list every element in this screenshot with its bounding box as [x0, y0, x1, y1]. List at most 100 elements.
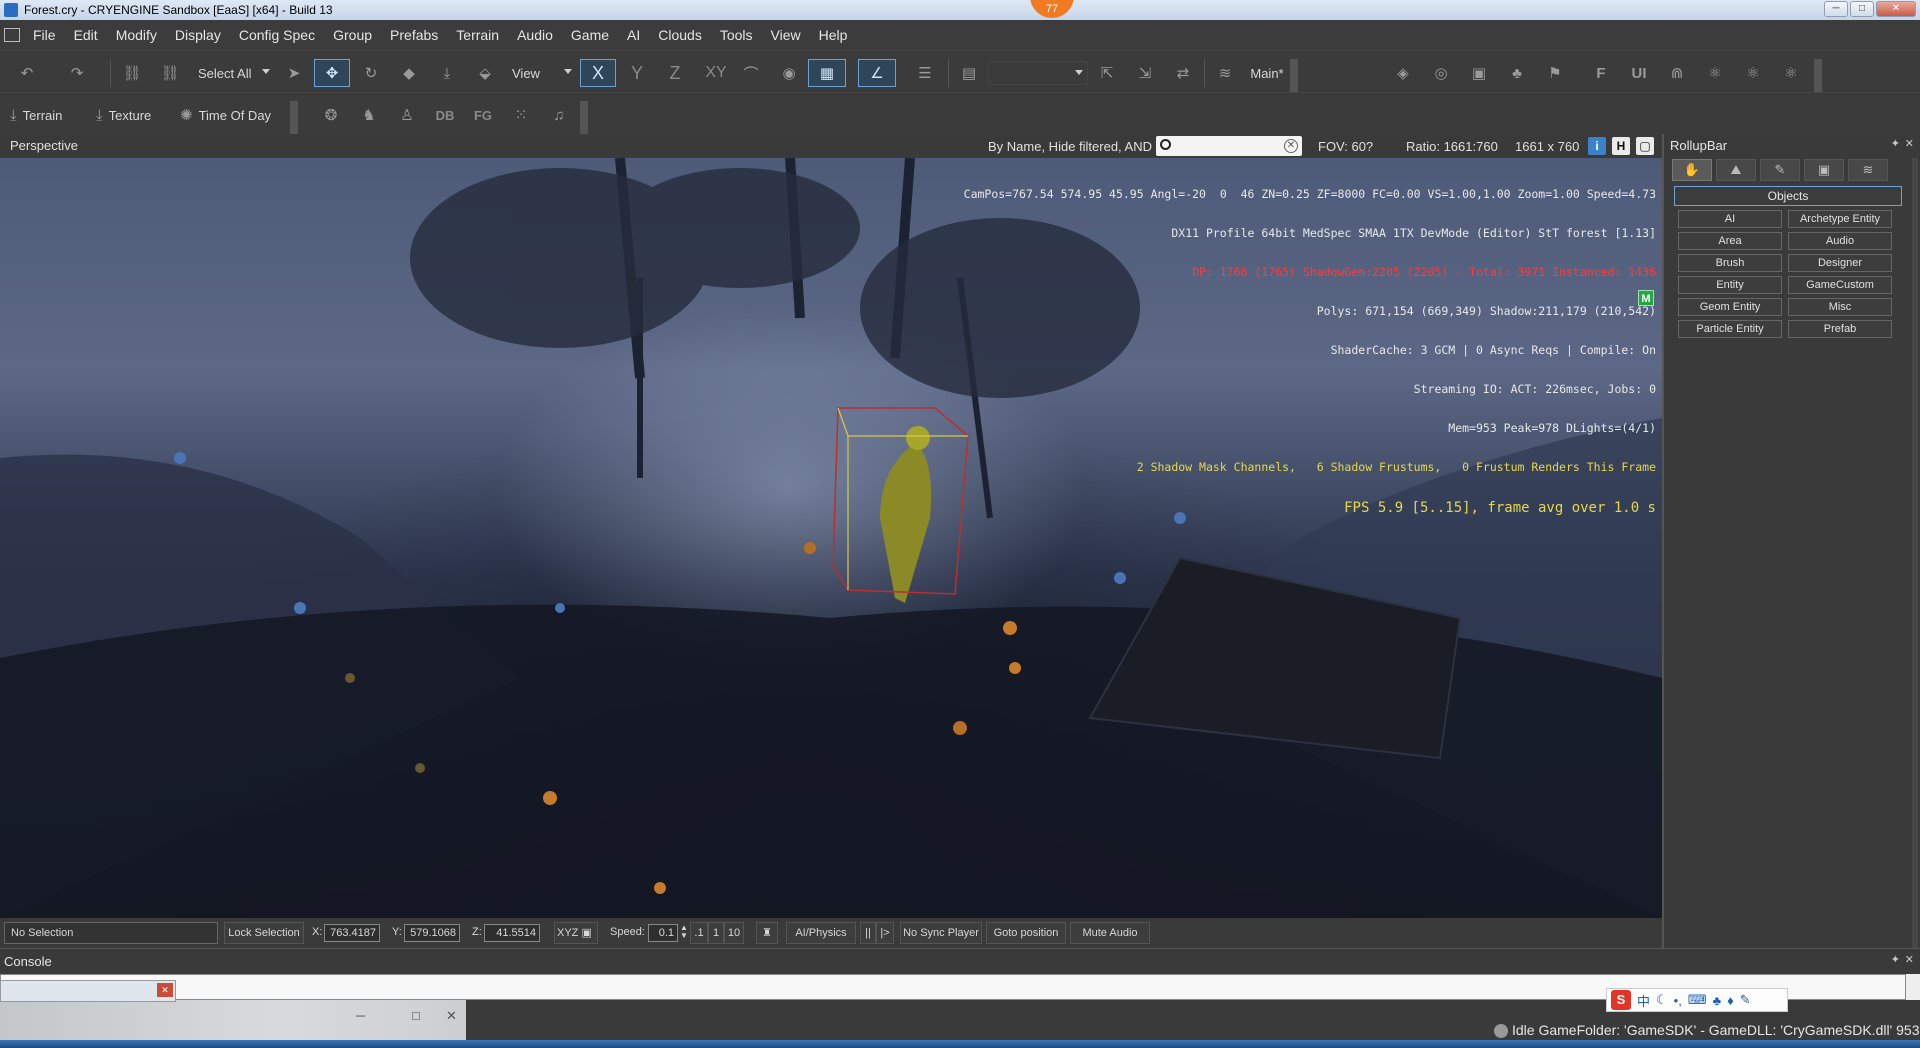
angle-snap-icon[interactable]: ∠ [858, 59, 896, 87]
database-button[interactable]: DB [428, 101, 462, 129]
flowgraph-button[interactable]: FG [466, 101, 500, 129]
xyz-lock-button[interactable]: XYZ ▣ [554, 922, 598, 944]
menu-terrain[interactable]: Terrain [447, 20, 508, 50]
atom-icon-2[interactable]: ⚛ [1736, 59, 1770, 87]
y-coord-input[interactable]: 579.1068 [404, 924, 460, 942]
align-icon[interactable]: ☰ [908, 59, 942, 87]
nav-icon[interactable]: ◎ [1424, 59, 1458, 87]
terrain-axis-icon[interactable]: ⌒ [734, 59, 768, 87]
menu-display[interactable]: Display [166, 20, 230, 50]
toolbar-grip[interactable] [1290, 59, 1298, 93]
import-icon[interactable]: ⇲ [1128, 59, 1162, 87]
unlink-icon[interactable]: ⛓ [154, 59, 186, 87]
menu-help[interactable]: Help [810, 20, 857, 50]
pause-button[interactable]: || [860, 922, 876, 944]
terrain-button[interactable]: ⤓ Terrain [10, 101, 94, 129]
object-particle-entity-button[interactable]: Particle Entity [1678, 320, 1782, 338]
object-brush-button[interactable]: Brush [1678, 254, 1782, 272]
viewport-search-input[interactable]: ✕ [1156, 136, 1302, 156]
snap-to-terrain-icon[interactable]: ⤓ [430, 59, 464, 87]
music-icon[interactable]: ♫ [542, 101, 576, 129]
object-misc-button[interactable]: Misc [1788, 298, 1892, 316]
redo-icon[interactable]: ↷ [60, 59, 94, 87]
step-button[interactable]: |> [876, 922, 894, 944]
menu-audio[interactable]: Audio [508, 20, 562, 50]
link-icon[interactable]: ⛓ [116, 59, 148, 87]
selected-character[interactable] [832, 407, 969, 603]
snap-object-icon[interactable]: ⬙ [468, 59, 502, 87]
menu-config-spec[interactable]: Config Spec [230, 20, 324, 50]
object-designer-button[interactable]: Designer [1788, 254, 1892, 272]
coord-system-dropdown[interactable]: View [508, 61, 576, 85]
material-icon[interactable]: ❂ [314, 101, 348, 129]
ghost-minimize-icon[interactable]: ─ [356, 1008, 365, 1023]
notification-badge[interactable]: 77 [1030, 0, 1074, 18]
menu-clouds[interactable]: Clouds [649, 20, 711, 50]
axis-z-button[interactable]: Z [658, 59, 692, 87]
background-window[interactable]: ─ □ ✕ [0, 1000, 466, 1040]
skin-icon[interactable]: ♣ [1713, 993, 1722, 1008]
shirt-icon[interactable]: ♦ [1727, 993, 1734, 1008]
layer-combo[interactable] [988, 61, 1088, 85]
keyboard-icon[interactable]: ⌨ [1688, 992, 1707, 1008]
ai-physics-button[interactable]: AI/Physics [786, 922, 856, 944]
axis-xy-button[interactable]: XY [696, 59, 736, 87]
atom-icon[interactable]: ⚛ [1698, 59, 1732, 87]
atom-icon-3[interactable]: ⚛ [1774, 59, 1808, 87]
console-pin-icon[interactable]: ✦ [1891, 953, 1900, 966]
menu-file[interactable]: File [24, 20, 65, 50]
terrain-follow-icon[interactable]: ♜ [756, 922, 778, 944]
ime-lang-toggle[interactable]: 中 [1637, 991, 1650, 1010]
rollup-close-icon[interactable]: ✕ [1905, 137, 1914, 150]
tab-layers-icon[interactable]: ≋ [1848, 159, 1888, 181]
speed-input[interactable]: 0.1 [648, 924, 678, 942]
x-coord-input[interactable]: 763.4187 [324, 924, 380, 942]
minimize-button[interactable]: ─ [1824, 1, 1848, 17]
menu-tools[interactable]: Tools [711, 20, 762, 50]
viewport-title[interactable]: Perspective [10, 138, 78, 153]
search-filter-label[interactable]: By Name, Hide filtered, AND [988, 139, 1152, 154]
pin-icon[interactable]: ✦ [1891, 137, 1900, 150]
layers-icon[interactable]: ≋ [1208, 59, 1242, 87]
menu-group[interactable]: Group [324, 20, 381, 50]
object-ai-button[interactable]: AI [1678, 210, 1782, 228]
toolbar-grip[interactable] [1814, 59, 1822, 93]
object-entity-button[interactable]: Entity [1678, 276, 1782, 294]
console-close-icon[interactable]: ✕ [1905, 953, 1914, 966]
object-prefab-button[interactable]: Prefab [1788, 320, 1892, 338]
texture-button[interactable]: ⤓ Texture [96, 101, 180, 129]
select-icon[interactable]: ➤ [280, 59, 308, 87]
maximize-viewport-icon[interactable]: ▢ [1636, 137, 1654, 155]
move-icon[interactable]: ✥ [314, 59, 350, 87]
axis-y-button[interactable]: Y [620, 59, 654, 87]
menu-edit[interactable]: Edit [65, 20, 107, 50]
object-audio-button[interactable]: Audio [1788, 232, 1892, 250]
mute-audio-button[interactable]: Mute Audio [1070, 922, 1150, 944]
info-button[interactable]: i [1588, 137, 1606, 155]
punctuation-icon[interactable]: •, [1674, 993, 1682, 1008]
vegetation-icon[interactable]: ♣ [1500, 59, 1534, 87]
ghost-close-icon[interactable]: ✕ [446, 1008, 457, 1024]
magnet-icon[interactable]: ⋒ [1660, 59, 1694, 87]
tab-display-icon[interactable]: ▣ [1804, 159, 1844, 181]
object-geom-entity-button[interactable]: Geom Entity [1678, 298, 1782, 316]
decal-icon[interactable]: ⚑ [1538, 59, 1572, 87]
maximize-button[interactable]: □ [1850, 1, 1874, 17]
ime-toolbar[interactable]: S 中 ☾ •, ⌨ ♣ ♦ ✎ [1606, 988, 1788, 1012]
object-archetype-entity-button[interactable]: Archetype Entity [1788, 210, 1892, 228]
sync-icon[interactable]: ⇄ [1166, 59, 1200, 87]
grid-snap-icon[interactable]: ▦ [808, 59, 846, 87]
object-gamecustom-button[interactable]: GameCustom [1788, 276, 1892, 294]
perspective-viewport[interactable]: CamPos=767.54 574.95 45.95 Angl=-20 0 46… [0, 158, 1662, 918]
tab-terrain-icon[interactable]: ⛰ [1716, 159, 1756, 181]
layer-label[interactable]: Main* [1244, 59, 1290, 87]
z-coord-input[interactable]: 41.5514 [484, 924, 540, 942]
floating-close-icon[interactable]: ✕ [157, 983, 173, 997]
clear-search-icon[interactable]: ✕ [1284, 139, 1298, 153]
rollup-scrollbar[interactable] [1912, 158, 1918, 948]
menu-view[interactable]: View [762, 20, 810, 50]
character-icon[interactable]: ♙ [390, 101, 424, 129]
mannequin-icon[interactable]: ♞ [352, 101, 386, 129]
undo-icon[interactable]: ↶ [10, 59, 44, 87]
grid-icon[interactable]: ⁙ [504, 101, 538, 129]
